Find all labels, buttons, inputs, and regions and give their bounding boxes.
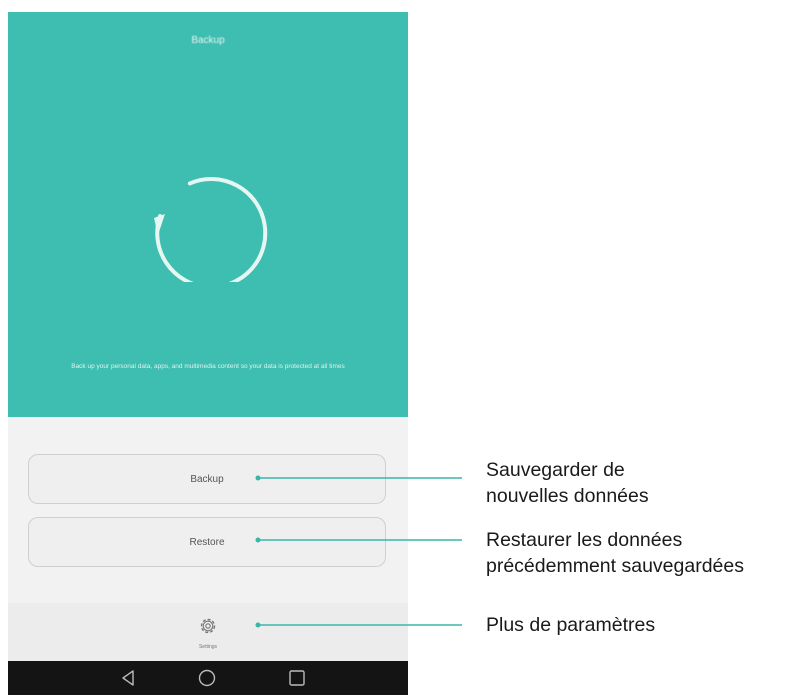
- restore-callout-line1: Restaurer les données: [486, 529, 683, 551]
- backup-callout-line1: Sauvegarder de: [486, 459, 625, 481]
- backup-callout: Sauvegarder de nouvelles données: [486, 457, 649, 509]
- settings-leader-dot: [255, 622, 261, 628]
- restore-leader-dot: [255, 537, 261, 543]
- backup-callout-line2: nouvelles données: [486, 485, 649, 507]
- restore-callout: Restaurer les données précédemment sauve…: [486, 527, 744, 579]
- backup-leader-dot: [255, 475, 261, 481]
- restore-callout-line2: précédemment sauvegardées: [486, 555, 744, 577]
- callout-leader-lines: [255, 475, 462, 628]
- settings-callout: Plus de paramètres: [486, 614, 656, 636]
